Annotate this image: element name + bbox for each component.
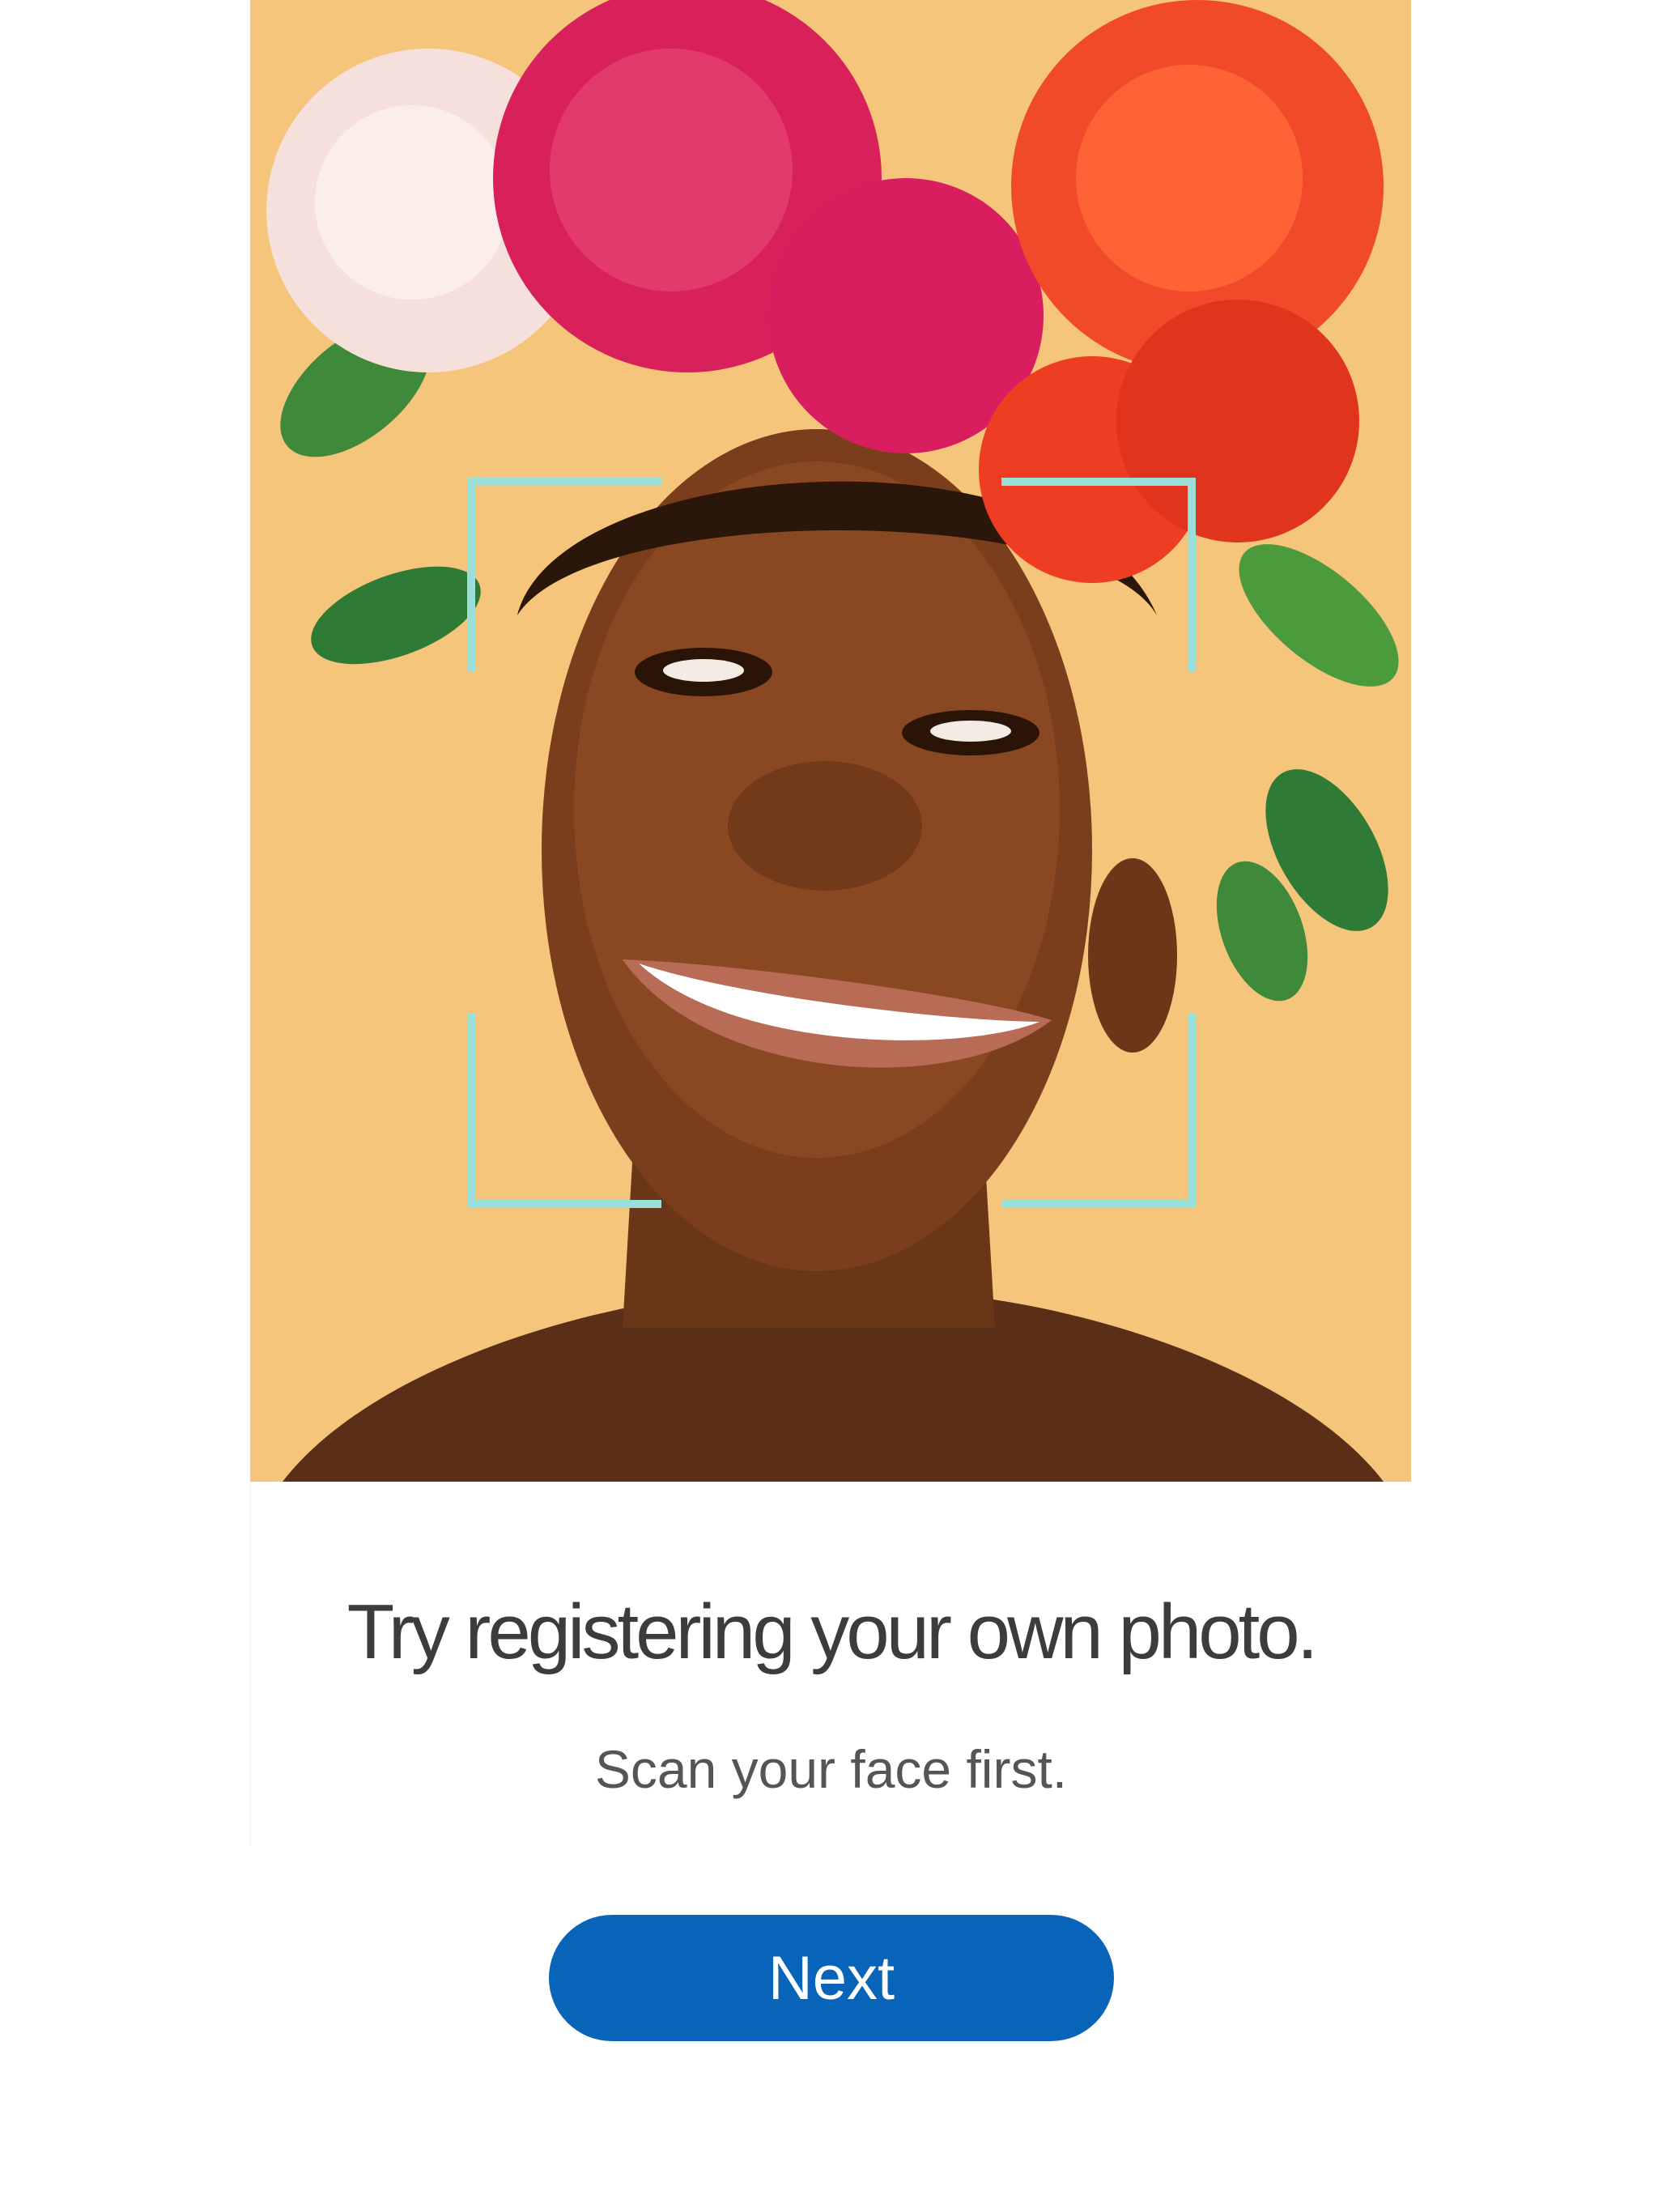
intro-subtitle: Scan your face first. [594, 1739, 1068, 1799]
intro-title: Try registering your own photo. [346, 1589, 1319, 1675]
scan-frame-corner-top-right [1001, 478, 1196, 672]
intro-text-area: Try registering your own photo. Scan you… [250, 1482, 1411, 1846]
portrait-photo [250, 0, 1411, 1482]
portrait-illustration [250, 0, 1411, 1482]
scan-frame-corner-top-left [467, 478, 661, 672]
onboarding-card: Try registering your own photo. Scan you… [250, 0, 1411, 1846]
scan-frame-corner-bottom-right [1001, 1014, 1196, 1208]
next-button[interactable]: Next [549, 1915, 1114, 2041]
scan-frame-corner-bottom-left [467, 1014, 661, 1208]
